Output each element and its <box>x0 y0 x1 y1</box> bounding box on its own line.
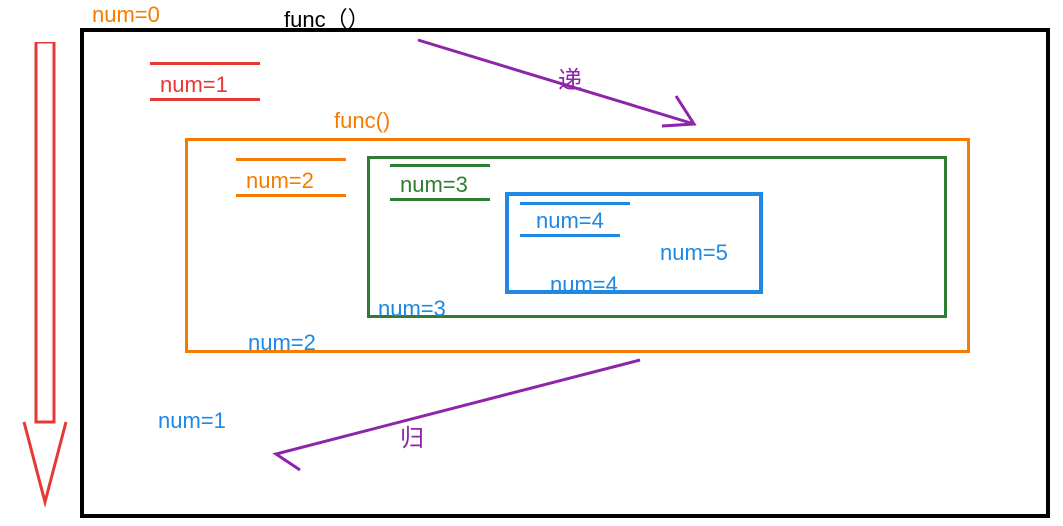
return-arrow-icon <box>0 0 1063 526</box>
